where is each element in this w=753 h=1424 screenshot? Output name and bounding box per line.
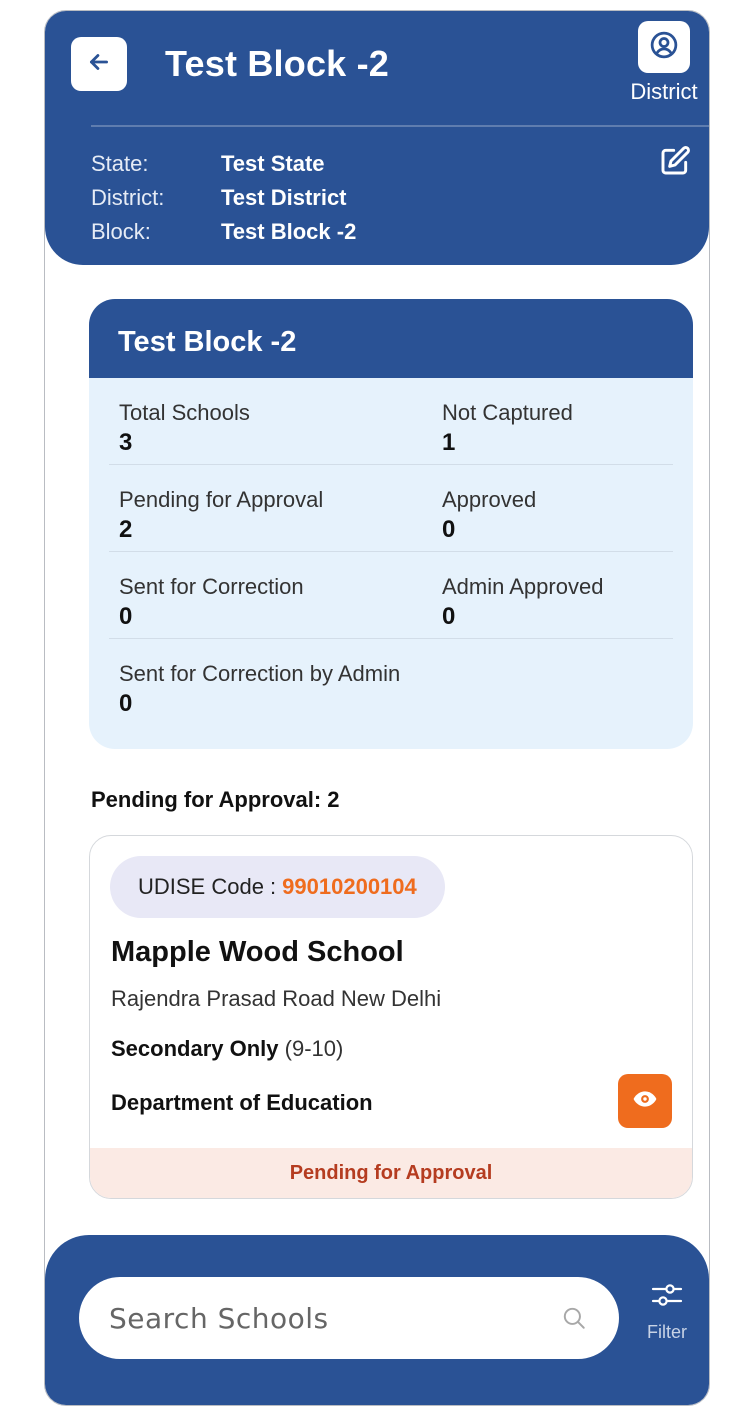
- edit-icon: [659, 145, 691, 182]
- search-box[interactable]: [79, 1277, 619, 1359]
- stat-value: 0: [119, 690, 133, 717]
- info-value: Test Block -2: [221, 219, 357, 244]
- category-grades: (9-10): [284, 1036, 344, 1061]
- udise-label: UDISE Code :: [138, 874, 277, 899]
- filter-label: Filter: [647, 1322, 687, 1342]
- stat-label: Pending for Approval: [119, 487, 324, 512]
- info-value: Test State: [221, 151, 325, 176]
- status-badge: Pending for Approval: [90, 1148, 692, 1198]
- stat-label: Total Schools: [119, 400, 250, 425]
- profile-label: District: [630, 79, 698, 104]
- stat-value: 1: [442, 429, 456, 456]
- stat-value: 3: [119, 429, 133, 456]
- summary-title: Test Block -2: [89, 299, 693, 378]
- stat-not-captured: Not Captured 1: [442, 400, 573, 460]
- info-key: State:: [91, 151, 149, 176]
- stat-label: Sent for Correction by Admin: [119, 661, 401, 686]
- udise-badge: UDISE Code : 99010200104: [110, 856, 445, 918]
- stat-row: Sent for Correction 0 Admin Approved 0: [109, 552, 673, 639]
- stat-label: Not Captured: [442, 400, 573, 425]
- header: Test Block -2 District State: Test State: [45, 11, 709, 265]
- arrow-left-icon: [86, 49, 112, 80]
- info-row-state: State: Test State: [91, 147, 356, 181]
- filter-sliders-icon: [650, 1279, 684, 1316]
- info-key: District:: [91, 185, 165, 210]
- search-input[interactable]: [109, 1301, 559, 1335]
- stat-total-schools: Total Schools 3: [119, 400, 250, 460]
- bottom-search-bar: Filter: [45, 1235, 709, 1405]
- view-school-button[interactable]: [618, 1074, 672, 1128]
- search-icon[interactable]: [559, 1303, 589, 1333]
- user-circle-icon: [649, 30, 679, 65]
- stat-row: Total Schools 3 Not Captured 1: [109, 378, 673, 465]
- stat-row: Pending for Approval 2 Approved 0: [109, 465, 673, 552]
- stat-value: 0: [119, 603, 133, 630]
- stat-pending-approval: Pending for Approval 2: [119, 487, 323, 547]
- block-summary-card: Test Block -2 Total Schools 3 Not Captur…: [89, 299, 693, 749]
- info-key: Block:: [91, 219, 151, 244]
- location-info: State: Test State District: Test Distric…: [91, 147, 356, 249]
- filter-button[interactable]: Filter: [633, 1279, 701, 1343]
- app-screen: Test Block -2 District State: Test State: [44, 10, 710, 1406]
- pending-section-title: Pending for Approval: 2: [91, 787, 340, 812]
- info-row-district: District: Test District: [91, 181, 356, 215]
- stat-label: Sent for Correction: [119, 574, 304, 599]
- page-title: Test Block -2: [165, 43, 389, 84]
- school-management: Department of Education: [111, 1090, 373, 1115]
- school-category: Secondary Only (9-10): [111, 1036, 343, 1062]
- stat-sent-for-correction-by-admin: Sent for Correction by Admin 0: [119, 661, 400, 721]
- udise-code: 99010200104: [282, 874, 417, 899]
- stat-label: Admin Approved: [442, 574, 604, 599]
- school-address: Rajendra Prasad Road New Delhi: [111, 986, 442, 1011]
- profile-button[interactable]: [638, 21, 690, 73]
- stat-sent-for-correction: Sent for Correction 0: [119, 574, 304, 634]
- stat-approved: Approved 0: [442, 487, 536, 547]
- info-row-block: Block: Test Block -2: [91, 215, 356, 249]
- stat-value: 2: [119, 516, 133, 543]
- stat-label: Approved: [442, 487, 537, 512]
- school-card[interactable]: UDISE Code : 99010200104 Mapple Wood Sch…: [89, 835, 693, 1199]
- stat-value: 0: [442, 603, 456, 630]
- category-name: Secondary Only: [111, 1036, 279, 1061]
- eye-icon: [632, 1086, 658, 1117]
- info-value: Test District: [221, 185, 347, 210]
- school-name: Mapple Wood School: [111, 936, 404, 968]
- district-profile-button[interactable]: District: [619, 21, 709, 105]
- edit-button[interactable]: [655, 143, 695, 183]
- stat-row: Sent for Correction by Admin 0: [109, 639, 673, 726]
- header-divider: [91, 125, 709, 127]
- back-button[interactable]: [71, 37, 127, 91]
- stat-admin-approved: Admin Approved 0: [442, 574, 603, 634]
- stat-value: 0: [442, 516, 456, 543]
